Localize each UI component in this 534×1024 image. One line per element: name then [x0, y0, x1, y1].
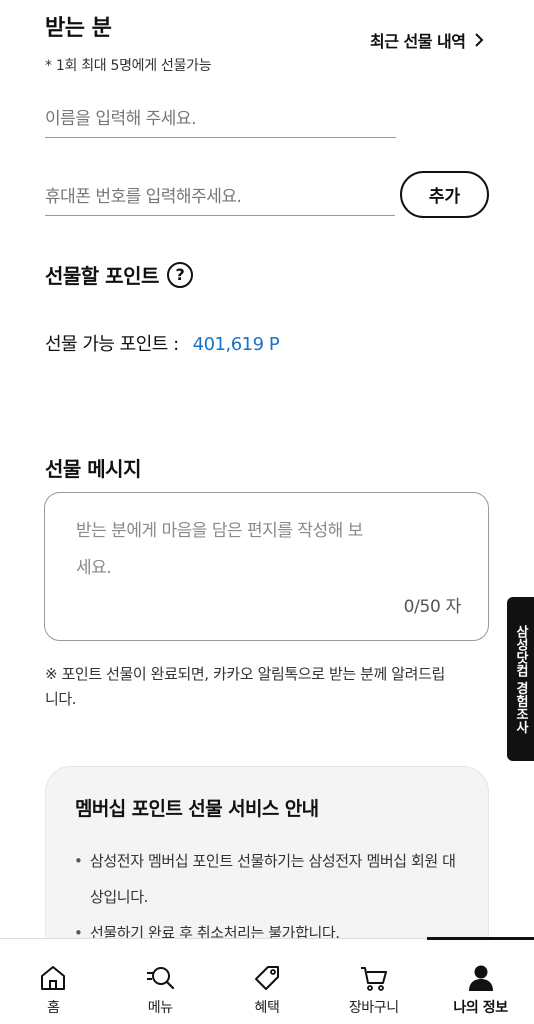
menu-search-icon: [147, 967, 175, 990]
phone-input[interactable]: [45, 178, 395, 216]
nav-label-my-info: 나의 정보: [453, 1000, 508, 1016]
recent-gift-history-label: 최근 선물 내역: [370, 32, 466, 51]
recent-gift-history-link[interactable]: 최근 선물 내역: [370, 28, 487, 52]
bottom-nav: 홈 메뉴 혜택 장바구니 나의 정보: [0, 937, 534, 1024]
available-points-label: 선물 가능 포인트 :: [45, 334, 179, 355]
recipient-limit-note: * 1회 최대 5명에게 선물가능: [45, 58, 212, 74]
nav-label-cart: 장바구니: [348, 1000, 399, 1016]
kakao-notice: ※ 포인트 선물이 완료되면, 카카오 알림톡으로 받는 분께 알려드립니다.: [45, 665, 445, 708]
service-info-item: 선물하기 완료 후 취소처리는 불가합니다.: [74, 915, 464, 938]
message-textarea[interactable]: 받는 분에게 마음을 담은 편지를 작성해 보세요. 0/50 자: [44, 492, 489, 641]
message-placeholder: 받는 분에게 마음을 담은 편지를 작성해 보세요.: [76, 521, 363, 578]
nav-item-home[interactable]: 홈: [0, 939, 107, 1024]
cart-icon: [360, 967, 387, 991]
points-title: 선물할 포인트: [45, 264, 159, 288]
points-section-header: 선물할 포인트 ?: [45, 260, 193, 289]
question-circle-icon[interactable]: ?: [166, 261, 193, 288]
chevron-right-icon: [475, 33, 484, 47]
nav-item-cart[interactable]: 장바구니: [320, 939, 427, 1024]
nav-item-my-info[interactable]: 나의 정보: [427, 937, 534, 1024]
nav-label-benefits: 혜택: [254, 1000, 280, 1016]
service-info-title: 멤버십 포인트 선물 서비스 안내: [75, 798, 319, 820]
nav-item-benefits[interactable]: 혜택: [214, 939, 321, 1024]
service-info-item: 삼성전자 멤버십 포인트 선물하기는 삼성전자 멤버십 회원 대상입니다.: [74, 843, 464, 915]
message-char-count: 0/50 자: [403, 597, 462, 617]
service-info-card: 멤버십 포인트 선물 서비스 안내 삼성전자 멤버십 포인트 선물하기는 삼성전…: [45, 766, 489, 938]
recipient-title: 받는 분: [45, 16, 112, 41]
tag-icon: [254, 966, 279, 990]
name-input[interactable]: [45, 100, 396, 138]
message-title: 선물 메시지: [45, 457, 141, 481]
nav-label-menu: 메뉴: [147, 1000, 173, 1016]
gift-points-page: 받는 분 최근 선물 내역 * 1회 최대 5명에게 선물가능 추가 선물할 포…: [0, 0, 534, 938]
survey-tab[interactable]: 삼성닷컴 경험조사: [507, 597, 534, 761]
available-points-value: 401,619 P: [192, 334, 280, 355]
service-info-list: 삼성전자 멤버십 포인트 선물하기는 삼성전자 멤버십 회원 대상입니다. 선물…: [74, 843, 464, 938]
available-points-row: 선물 가능 포인트 : 401,619 P: [45, 330, 280, 356]
home-icon: [41, 966, 66, 990]
survey-tab-label: 삼성닷컴 경험조사: [513, 624, 528, 734]
nav-item-menu[interactable]: 메뉴: [107, 939, 214, 1024]
user-icon: [468, 965, 493, 991]
nav-label-home: 홈: [47, 1000, 60, 1016]
add-recipient-button[interactable]: 추가: [400, 171, 489, 218]
